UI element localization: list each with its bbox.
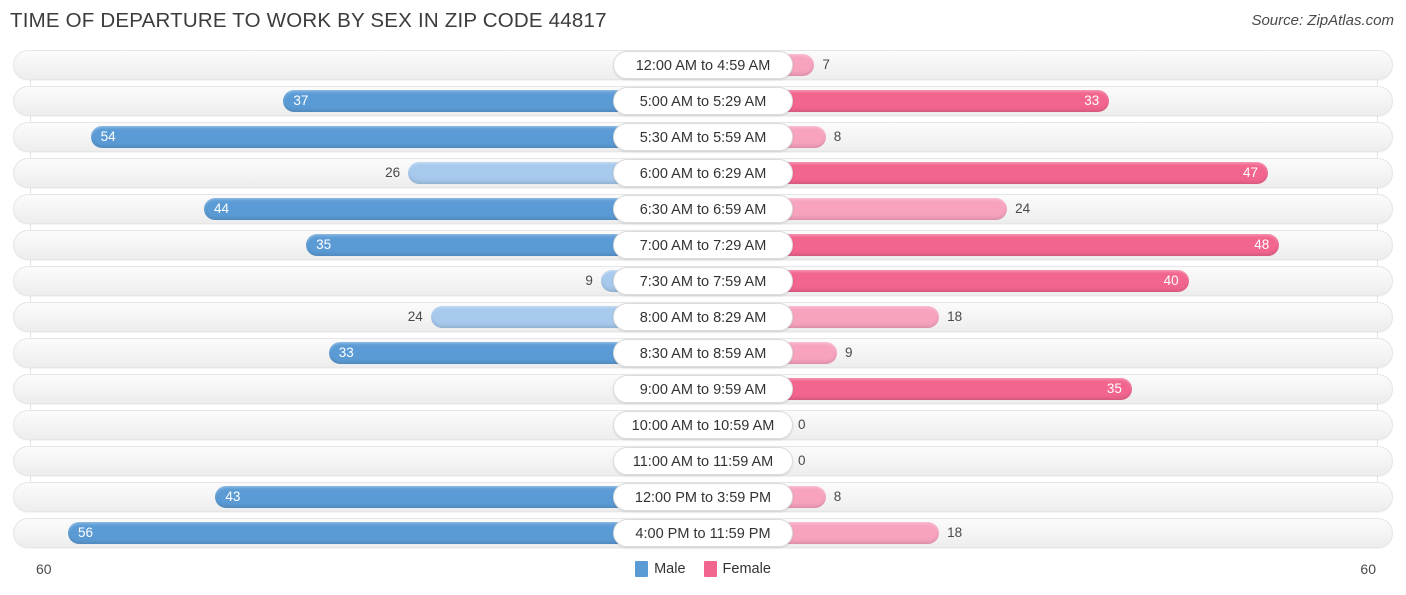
page-title: TIME OF DEPARTURE TO WORK BY SEX IN ZIP … [10, 9, 607, 32]
legend-label: Female [722, 561, 771, 577]
male-value-label: 56 [77, 525, 93, 540]
bar-row: 3359:00 AM to 9:59 AM [0, 374, 1406, 404]
bar-row: 56 18 4:00 PM to 11:59 PM [0, 518, 1406, 548]
category-label-pill: 8:30 AM to 8:59 AM [613, 339, 793, 367]
female-bar[interactable] [735, 270, 1189, 292]
bar-row: 44 24 6:30 AM to 6:59 AM [0, 194, 1406, 224]
bar-row: 24 18 8:00 AM to 8:29 AM [0, 302, 1406, 332]
male-value-label: 43 [225, 489, 241, 504]
female-value-label: 7 [822, 57, 830, 72]
category-label-pill: 6:00 AM to 6:29 AM [613, 159, 793, 187]
female-bar[interactable] [735, 162, 1268, 184]
legend-item[interactable]: Male [635, 561, 686, 577]
female-value-label: 35 [1106, 381, 1122, 396]
bar-row: 43 8 12:00 PM to 3:59 PM [0, 482, 1406, 512]
female-value-label: 33 [1084, 93, 1100, 108]
category-label-pill: 6:30 AM to 6:59 AM [613, 195, 793, 223]
male-bar[interactable] [90, 126, 703, 148]
female-value-label: 18 [947, 309, 963, 324]
legend-label: Male [654, 561, 686, 577]
male-value-label: 24 [407, 309, 423, 324]
female-value-label: 9 [845, 345, 853, 360]
male-value-label: 37 [293, 93, 309, 108]
female-value-label: 47 [1242, 165, 1258, 180]
female-value-label: 8 [833, 129, 842, 144]
category-label-pill: 12:00 PM to 3:59 PM [613, 483, 793, 511]
male-value-label: 9 [585, 273, 593, 288]
category-label-pill: 7:00 AM to 7:29 AM [613, 231, 793, 259]
female-bar[interactable] [735, 234, 1280, 256]
bar-row: 0011:00 AM to 11:59 AM [0, 446, 1406, 476]
male-value-label: 35 [316, 237, 332, 252]
male-value-label: 54 [100, 129, 116, 144]
bar-row: 26 47 6:00 AM to 6:29 AM [0, 158, 1406, 188]
female-value-label: 18 [947, 525, 963, 540]
female-value-label: 8 [833, 489, 842, 504]
bar-row: 33 9 8:30 AM to 8:59 AM [0, 338, 1406, 368]
male-bar[interactable] [67, 522, 703, 544]
female-bar[interactable] [735, 378, 1132, 400]
category-label-pill: 12:00 AM to 4:59 AM [613, 51, 793, 79]
category-label-pill: 4:00 PM to 11:59 PM [613, 519, 793, 547]
category-label-pill: 11:00 AM to 11:59 AM [613, 447, 793, 475]
source-attribution: Source: ZipAtlas.com [1251, 12, 1394, 29]
chart-legend: Male Female [0, 561, 1406, 577]
legend-item[interactable]: Female [703, 561, 771, 577]
bar-row: 6712:00 AM to 4:59 AM [0, 50, 1406, 80]
female-value-label: 24 [1015, 201, 1031, 216]
bar-row: 35 48 7:00 AM to 7:29 AM [0, 230, 1406, 260]
female-value-label: 0 [798, 453, 806, 468]
bar-row: 2010:00 AM to 10:59 AM [0, 410, 1406, 440]
category-label-pill: 5:30 AM to 5:59 AM [613, 123, 793, 151]
male-value-label: 44 [214, 201, 230, 216]
chart-plot-area: 6712:00 AM to 4:59 AM37335:00 AM to 5:29… [0, 50, 1406, 555]
chart-header: TIME OF DEPARTURE TO WORK BY SEX IN ZIP … [0, 0, 1406, 44]
bar-rows-container: 6712:00 AM to 4:59 AM37335:00 AM to 5:29… [0, 50, 1406, 554]
female-value-label: 40 [1163, 273, 1179, 288]
chart-footer: 60 60 Male Female [0, 558, 1406, 586]
category-label-pill: 8:00 AM to 8:29 AM [613, 303, 793, 331]
bar-row: 9 40 7:30 AM to 7:59 AM [0, 266, 1406, 296]
male-value-label: 33 [338, 345, 354, 360]
legend-swatch-icon [635, 561, 649, 577]
bar-row: 37 33 5:00 AM to 5:29 AM [0, 86, 1406, 116]
category-label-pill: 9:00 AM to 9:59 AM [613, 375, 793, 403]
category-label-pill: 7:30 AM to 7:59 AM [613, 267, 793, 295]
category-label-pill: 5:00 AM to 5:29 AM [613, 87, 793, 115]
male-value-label: 26 [385, 165, 401, 180]
bar-row: 54 8 5:30 AM to 5:59 AM [0, 122, 1406, 152]
female-value-label: 0 [798, 417, 806, 432]
category-label-pill: 10:00 AM to 10:59 AM [613, 411, 793, 439]
legend-swatch-icon [703, 561, 717, 577]
female-value-label: 48 [1254, 237, 1270, 252]
